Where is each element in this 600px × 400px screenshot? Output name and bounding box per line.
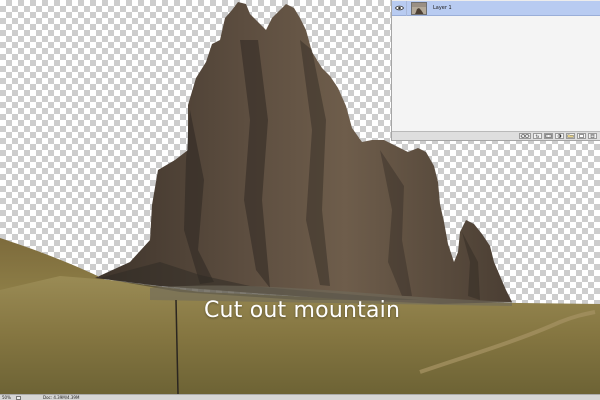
document-info[interactable]: Doc: 4.39M/4.39M — [43, 395, 79, 400]
fx-icon[interactable]: fx — [533, 133, 542, 139]
group-folder-icon[interactable] — [566, 133, 575, 139]
layer-row[interactable]: Layer 1 — [392, 0, 600, 16]
zoom-level[interactable]: 50% — [2, 395, 14, 400]
layer-name: Layer 1 — [433, 5, 452, 11]
adjustment-icon[interactable] — [555, 133, 564, 139]
caption-text: Cut out mountain — [204, 298, 401, 323]
layers-list-empty-area[interactable] — [392, 16, 600, 132]
layers-panel-footer: fx — [392, 131, 600, 140]
new-layer-icon[interactable] — [577, 133, 586, 139]
trash-icon[interactable] — [588, 133, 597, 139]
link-icon[interactable] — [519, 133, 531, 139]
visibility-eye-icon[interactable] — [392, 0, 407, 16]
status-preview-icon[interactable] — [16, 395, 21, 400]
layer-thumbnail — [411, 1, 427, 15]
layers-panel[interactable]: Layer 1 fx — [391, 0, 600, 141]
mask-icon[interactable] — [544, 133, 553, 139]
status-bar: 50% Doc: 4.39M/4.39M — [0, 394, 600, 400]
